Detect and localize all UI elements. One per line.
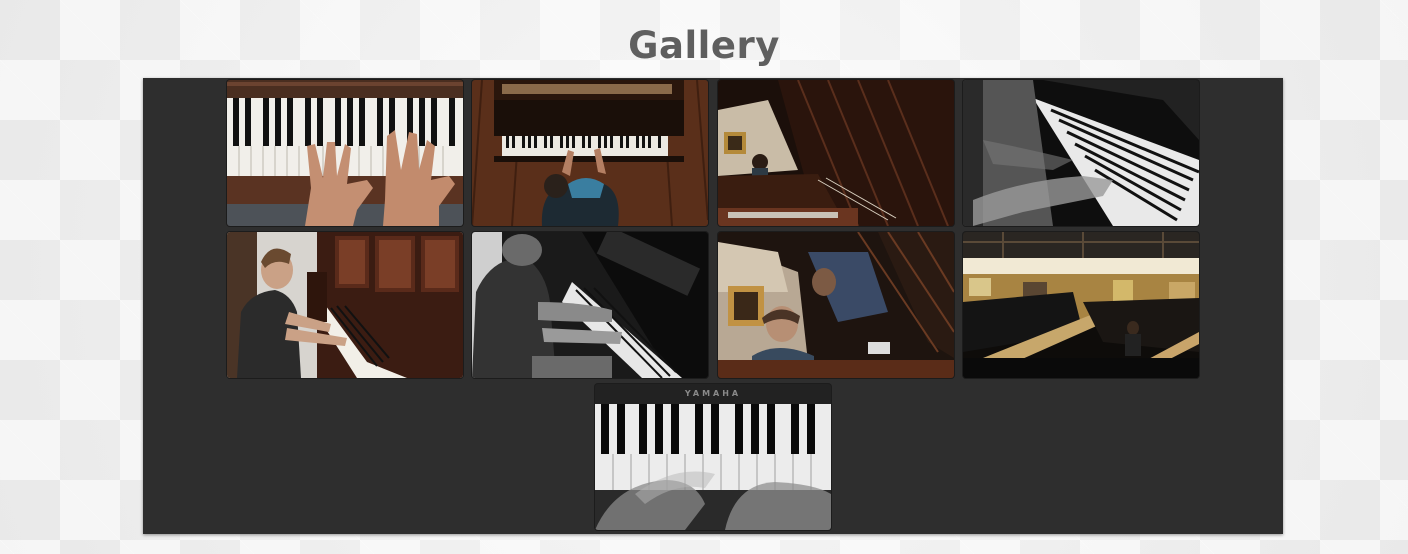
- page-title: Gallery: [628, 24, 780, 67]
- gallery-photo-lid-reflection-store[interactable]: [718, 232, 954, 378]
- photo-image: [472, 232, 708, 378]
- photo-image: [963, 80, 1199, 226]
- gallery-photo-hands-upright-keys[interactable]: [227, 80, 463, 226]
- gallery-photo-showroom-grands[interactable]: [963, 232, 1199, 378]
- photo-image: [718, 80, 954, 226]
- gallery-photo-yamaha-keys-blur[interactable]: YAMAHA: [595, 384, 831, 530]
- photo-image: [227, 80, 463, 226]
- photo-image: [472, 80, 708, 226]
- gallery-photo-player-carved-upright[interactable]: [227, 232, 463, 378]
- photo-image: [227, 232, 463, 378]
- gallery-photo-reflection-lid[interactable]: [718, 80, 954, 226]
- gallery-photo-overhead-grand[interactable]: [472, 80, 708, 226]
- gallery-panel: YAMAHA: [143, 78, 1283, 534]
- gallery-photo-bw-motion-blur[interactable]: [963, 80, 1199, 226]
- photo-image: [718, 232, 954, 378]
- gallery-photo-bw-player-side[interactable]: [472, 232, 708, 378]
- photo-image: [963, 232, 1199, 378]
- photo-image: YAMAHA: [595, 384, 831, 530]
- brand-label: YAMAHA: [684, 389, 741, 398]
